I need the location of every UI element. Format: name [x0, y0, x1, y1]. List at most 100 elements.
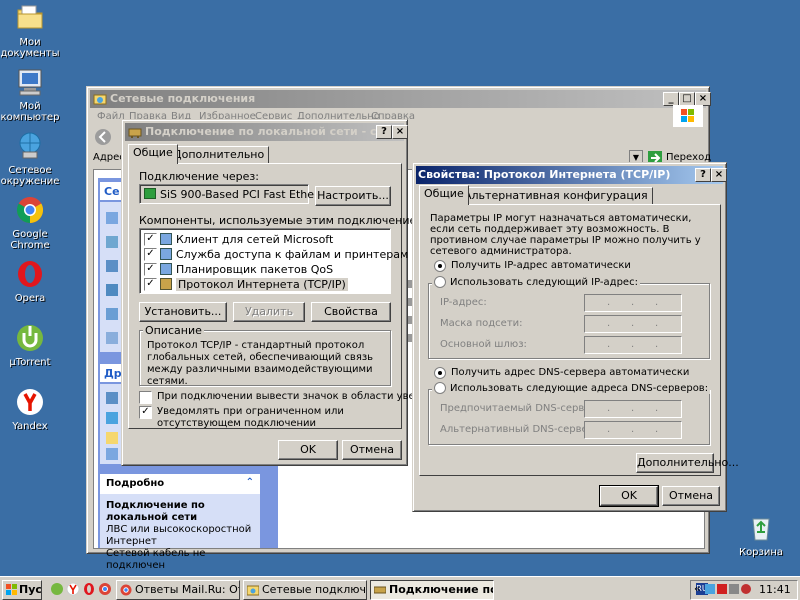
chrome-quicklaunch-icon[interactable]	[98, 582, 112, 596]
utorrent-icon	[14, 322, 46, 354]
minimize-button[interactable]: _	[663, 92, 679, 106]
subnet-label: Маска подсети:	[440, 318, 523, 329]
help-button[interactable]: ?	[695, 168, 711, 182]
ip-manual-radio[interactable]	[434, 276, 446, 288]
ok-button[interactable]: OK	[599, 485, 659, 507]
lan-dialog-title: Подключение по локальной сети - свойства	[145, 125, 404, 138]
help-button[interactable]: ?	[376, 125, 392, 139]
tcpip-properties-dialog[interactable]: Свойства: Протокол Интернета (TCP/IP) ? …	[412, 162, 739, 512]
desktop-icon-label: Корзина	[738, 547, 784, 558]
lan-dialog-titlebar[interactable]: Подключение по локальной сети - свойства	[125, 123, 404, 141]
configure-button[interactable]: Настроить...	[315, 186, 391, 206]
network-folder-icon	[93, 92, 107, 106]
collapse-chevron-icon[interactable]: ⌃	[246, 477, 254, 488]
taskbar-item-mailru[interactable]: Ответы Mail.Ru: Ответ ...	[116, 580, 240, 600]
component-checkbox[interactable]: ✓	[144, 233, 157, 246]
network-disconnected-icon[interactable]	[717, 584, 727, 594]
components-list[interactable]: ✓ Клиент для сетей Microsoft ✓ Служба до…	[139, 228, 488, 294]
component-label: Клиент для сетей Microsoft	[176, 233, 334, 246]
notify-label: Уведомлять при ограниченном или отсутств…	[157, 406, 344, 429]
advanced-button[interactable]: Дополнительно...	[636, 453, 739, 473]
tab-alternate-config[interactable]: Альтернативная конфигурация	[459, 187, 653, 205]
close-button[interactable]: ×	[711, 168, 727, 182]
component-checkbox[interactable]: ✓	[144, 263, 157, 276]
details-line2: Интернет	[106, 536, 157, 547]
tray-expand-chevron[interactable]: «	[694, 582, 701, 595]
start-button[interactable]: Пуск	[2, 580, 42, 600]
description-label: Описание	[143, 324, 204, 337]
tcp-dialog-titlebar[interactable]: Свойства: Протокол Интернета (TCP/IP)	[416, 166, 723, 184]
task-icon	[106, 332, 118, 344]
dns-auto-radio[interactable]	[434, 367, 446, 379]
tab-general[interactable]: Общие	[128, 144, 178, 164]
place-icon	[106, 432, 118, 444]
show-icon-checkbox[interactable]	[139, 391, 152, 404]
desktop-icon-recycle-bin[interactable]: Корзина	[729, 512, 793, 558]
cancel-button[interactable]: Отмена	[662, 486, 720, 506]
lan-properties-dialog[interactable]: Подключение по локальной сети - свойства…	[121, 119, 488, 466]
details-header[interactable]: Подробно ⌃	[100, 474, 260, 494]
network-adapter-icon	[373, 584, 387, 596]
details-line1: ЛВС или высокоскоростной	[106, 524, 252, 535]
desktop-icon-opera[interactable]: Opera	[0, 258, 62, 304]
dns-auto-label: Получить адрес DNS-сервера автоматически	[451, 367, 690, 378]
tab-general[interactable]: Общие	[419, 185, 469, 205]
dns-alternate-field[interactable]: ...	[584, 421, 682, 439]
desktop-icon-network[interactable]: Сетевое окружение	[0, 130, 62, 187]
network-tray-icon[interactable]	[705, 584, 715, 594]
windows-logo	[673, 105, 703, 127]
desktop-icon-chrome[interactable]: Google Chrome	[0, 194, 62, 251]
component-checkbox[interactable]: ✓	[144, 248, 157, 261]
subnet-field[interactable]: ...	[584, 315, 682, 333]
ip-address-field[interactable]: ...	[584, 294, 682, 312]
install-button[interactable]: Установить...	[139, 302, 227, 322]
client-icon	[160, 233, 172, 245]
task-icon	[106, 308, 118, 320]
taskbar-item-network-connections[interactable]: Сетевые подключения	[243, 580, 367, 600]
taskbar-item-lan-properties[interactable]: Подключение по лок...	[370, 580, 494, 600]
details-body: Подключение по локальной сети ЛВС или вы…	[100, 494, 260, 571]
place-icon	[106, 412, 118, 424]
tab-advanced[interactable]: Дополнительно	[168, 146, 270, 164]
desktop-icon-yandex[interactable]: Yandex	[0, 386, 62, 432]
properties-button[interactable]: Свойства	[311, 302, 391, 322]
lan-general-panel: Подключение через: SiS 900-Based PCI Fas…	[128, 163, 488, 429]
desktop-icon-label: Мои документы	[0, 37, 60, 59]
opera-quicklaunch-icon[interactable]	[82, 582, 96, 596]
dns-preferred-field[interactable]: ...	[584, 400, 682, 418]
yandex-quicklaunch-icon[interactable]	[66, 582, 80, 596]
clock[interactable]: 11:41	[759, 583, 791, 596]
close-button[interactable]: ×	[392, 125, 408, 139]
intro-text: Параметры IP могут назначаться автоматич…	[430, 213, 701, 257]
desktop-icon-utorrent[interactable]: µTorrent	[0, 322, 62, 368]
computer-icon	[14, 66, 46, 98]
volume-icon[interactable]	[729, 584, 739, 594]
maximize-button[interactable]: □	[679, 92, 695, 106]
security-shield-icon[interactable]	[741, 584, 751, 594]
desktop-icon-my-documents[interactable]: Мои документы	[0, 2, 62, 59]
close-button[interactable]: ×	[695, 92, 711, 106]
ip-auto-label: Получить IP-адрес автоматически	[451, 260, 631, 271]
cancel-button[interactable]: Отмена	[342, 440, 402, 460]
description-text: Протокол TCP/IP - стандартный протокол г…	[147, 340, 374, 387]
ip-auto-radio[interactable]	[434, 260, 446, 272]
address-label: Адрес	[93, 152, 125, 163]
remove-button[interactable]: Удалить	[233, 302, 305, 322]
utorrent-quicklaunch-icon[interactable]	[50, 582, 64, 596]
connect-using-label: Подключение через:	[139, 170, 259, 183]
opera-icon	[14, 258, 46, 290]
qos-icon	[160, 263, 172, 275]
gateway-field[interactable]: ...	[584, 336, 682, 354]
desktop-icon-my-computer[interactable]: Мой компьютер	[0, 66, 62, 123]
dns-manual-radio[interactable]	[434, 382, 446, 394]
chrome-icon	[120, 584, 132, 596]
notify-checkbox[interactable]: ✓	[139, 406, 152, 419]
gateway-label: Основной шлюз:	[440, 339, 527, 350]
protocol-icon	[160, 278, 172, 290]
back-icon[interactable]	[93, 127, 113, 147]
ok-button[interactable]: OK	[278, 440, 338, 460]
network-adapter-icon	[128, 125, 142, 139]
explorer-titlebar[interactable]: Сетевые подключения	[90, 90, 706, 108]
component-checkbox[interactable]: ✓	[144, 278, 157, 291]
ip-address-label: IP-адрес:	[440, 297, 487, 308]
